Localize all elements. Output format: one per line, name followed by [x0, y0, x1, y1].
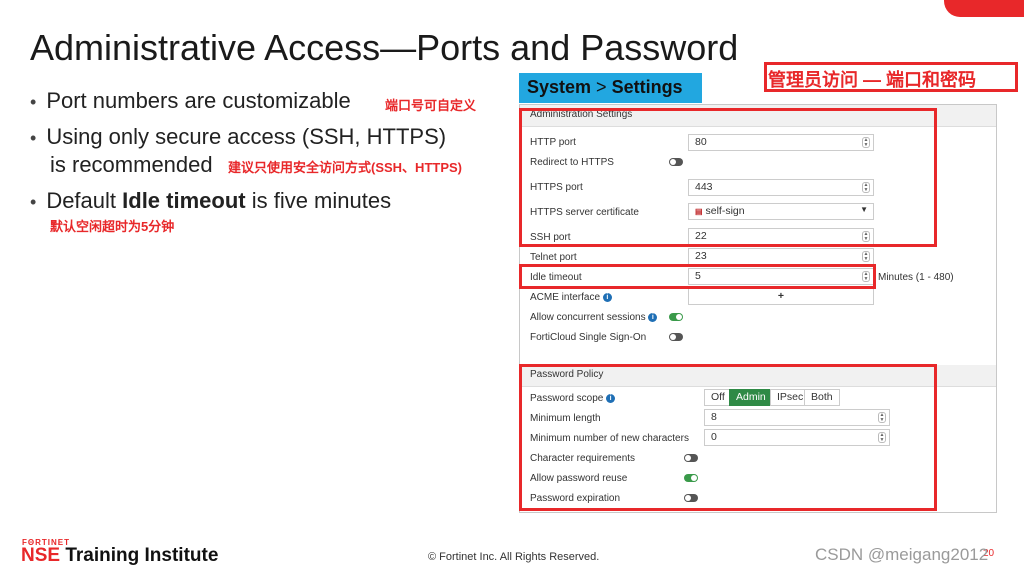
bullet-2-note: 建议只使用安全访问方式(SSH、HTTPS) [228, 160, 463, 175]
forticloud-label: FortiCloud Single Sign-On [530, 332, 647, 343]
highlight-password-policy [519, 364, 937, 511]
concurrent-label: Allow concurrent sessions i [530, 312, 658, 323]
bullet-dot-icon: • [30, 92, 37, 112]
acme-label: ACME interface i [530, 292, 612, 303]
nse-logo-rest: Training Institute [60, 545, 219, 566]
bullet-3-note: 默认空闲超时为5分钟 [50, 219, 175, 234]
bullet-3: • Default Idle timeout is five minutes [30, 188, 391, 214]
highlight-idle-timeout [519, 264, 876, 289]
watermark: CSDN @meigang2012 [815, 545, 989, 564]
bullet-dot-icon: • [30, 192, 37, 212]
bullet-1-note: 端口号可自定义 [385, 98, 477, 113]
slide-title: Administrative Access—Ports and Password [30, 27, 739, 68]
idle-timeout-unit: Minutes (1 - 480) [878, 272, 954, 283]
concurrent-label-text: Allow concurrent sessions [530, 312, 646, 323]
concurrent-toggle[interactable] [669, 313, 683, 321]
breadcrumb-sep: > [591, 77, 612, 97]
nse-logo: NSE Training Institute [21, 545, 218, 567]
forticloud-toggle[interactable] [669, 333, 683, 341]
corner-accent [944, 0, 1024, 17]
bullet-3-prefix: Default [46, 188, 123, 213]
info-icon[interactable]: i [602, 293, 612, 302]
bullet-2-line1: Using only secure access (SSH, HTTPS) [46, 124, 447, 149]
telnet-port-input[interactable]: 23 ▲ ▼ [688, 248, 874, 265]
bullet-3-bold: Idle timeout [122, 188, 246, 213]
bullet-1-text: Port numbers are customizable [46, 88, 351, 113]
acme-label-text: ACME interface [530, 292, 601, 303]
highlight-admin-ports [519, 108, 937, 247]
acme-add-button[interactable]: + [688, 288, 874, 305]
breadcrumb: System > Settings [519, 73, 702, 103]
info-icon[interactable]: i [648, 313, 658, 322]
bullet-1: • Port numbers are customizable [30, 88, 351, 114]
breadcrumb-settings: Settings [611, 77, 683, 97]
breadcrumb-system: System [527, 77, 592, 97]
highlight-top-note [764, 62, 1018, 92]
bullet-2: • Using only secure access (SSH, HTTPS) [30, 124, 446, 150]
telnet-port-label: Telnet port [530, 252, 577, 263]
nse-logo-nse: NSE [21, 545, 61, 566]
spinner-icon[interactable]: ▲ ▼ [862, 251, 870, 262]
bullet-dot-icon: • [30, 128, 37, 148]
bullet-2-line2: is recommended [50, 152, 213, 177]
telnet-port-value: 23 [695, 250, 707, 262]
copyright: © Fortinet Inc. All Rights Reserved. [428, 551, 600, 563]
bullet-3-suffix: is five minutes [245, 188, 392, 213]
